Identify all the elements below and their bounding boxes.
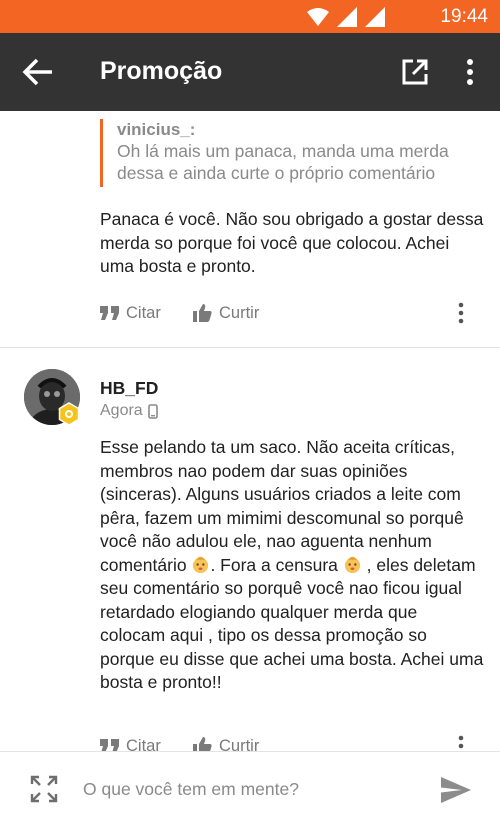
like-label: Curtir xyxy=(219,736,260,752)
back-button[interactable] xyxy=(22,57,56,87)
like-label: Curtir xyxy=(219,303,260,322)
expand-composer-button[interactable] xyxy=(30,775,58,803)
quoted-comment: vinicius_: Oh lá mais um panaca, manda u… xyxy=(100,119,485,187)
cite-label: Citar xyxy=(126,736,161,752)
comment-text-part: , eles deletam seu comentário so porquê … xyxy=(100,554,484,693)
mobile-phone-icon xyxy=(147,403,158,419)
signal-icon xyxy=(365,7,385,27)
quote-icon xyxy=(100,306,119,320)
arrow-back-icon xyxy=(22,58,52,86)
comment-time: Agora xyxy=(100,402,143,419)
app-bar: Promoção xyxy=(0,33,500,111)
status-icons xyxy=(307,7,385,27)
quote-author: vinicius_: xyxy=(117,120,196,139)
comment-meta: Agora xyxy=(100,402,158,420)
cite-label: Citar xyxy=(126,303,161,322)
comments-list: vinicius_: Oh lá mais um panaca, manda u… xyxy=(0,111,500,751)
cite-button[interactable]: Citar xyxy=(100,736,193,752)
comment-more-button[interactable] xyxy=(456,734,466,751)
thumbs-up-icon xyxy=(193,737,212,751)
comment-text: Esse pelando ta um saco. Não aceita crít… xyxy=(100,436,485,695)
more-vert-icon xyxy=(458,735,464,749)
send-button[interactable] xyxy=(440,776,472,804)
comment-composer xyxy=(0,751,500,822)
cite-button[interactable]: Citar xyxy=(100,304,193,323)
comment-text: Panaca é você. Não sou obrigado a gostar… xyxy=(100,209,484,276)
wifi-icon xyxy=(307,8,329,26)
quote-text: Oh lá mais um panaca, manda uma merda de… xyxy=(117,141,449,183)
expand-icon xyxy=(30,775,58,803)
signal-icon xyxy=(337,7,357,27)
status-time: 19:44 xyxy=(440,6,488,27)
thumbs-up-icon xyxy=(193,304,212,322)
comment-author[interactable]: HB_FD xyxy=(100,378,158,399)
comment-more-button[interactable] xyxy=(456,301,466,325)
more-vert-icon xyxy=(467,59,473,85)
status-bar: 19:44 xyxy=(0,0,500,33)
more-options-button[interactable] xyxy=(460,57,480,87)
divider xyxy=(0,347,500,348)
page-title: Promoção xyxy=(100,57,223,85)
send-icon xyxy=(441,777,471,803)
quote-icon xyxy=(100,739,119,751)
open-external-icon xyxy=(402,59,428,85)
baby-emoji-icon xyxy=(344,556,360,573)
comment-text-part: . Fora a censura xyxy=(210,554,338,575)
comment-input[interactable] xyxy=(83,774,413,804)
more-vert-icon xyxy=(458,302,464,324)
comment-actions: Citar Curtir xyxy=(100,734,480,751)
open-external-button[interactable] xyxy=(400,57,430,87)
user-level-badge-icon xyxy=(58,402,80,426)
like-button[interactable]: Curtir xyxy=(193,736,260,752)
baby-emoji-icon xyxy=(193,556,209,573)
like-button[interactable]: Curtir xyxy=(193,304,259,323)
comment-actions: Citar Curtir xyxy=(100,301,480,325)
